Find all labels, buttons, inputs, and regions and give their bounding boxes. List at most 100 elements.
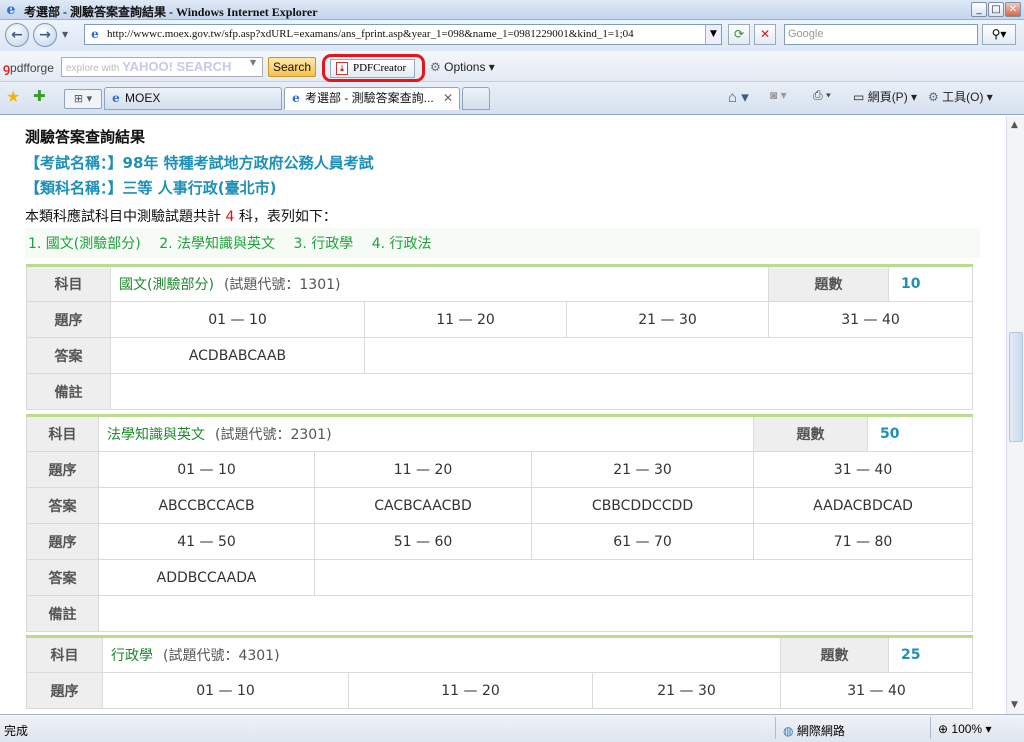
table-row: 科目 國文(測驗部分) (試題代號：1301) 題數 10 [26,265,974,302]
yahoo-brand: YAHOO! SEARCH [122,59,232,74]
minimize-button[interactable]: _ [971,2,987,17]
zoom-level: 100% [951,722,983,736]
sequence-header: 題序 [26,451,99,488]
table-row: 題序 01 — 10 11 — 20 21 — 30 31 — 40 [26,451,974,488]
status-text: 完成 [4,724,29,738]
question-count-header: 題數 [780,636,889,673]
table-row: 題序 01 — 10 11 — 20 21 — 30 31 — 40 [26,301,974,338]
url-dropdown-icon[interactable]: ▼ [705,25,721,44]
subject-name: 國文(測驗部分) [119,277,214,293]
url-text: http://wwwc.moex.gov.tw/sfp.asp?xdURL=ex… [107,28,634,40]
options-label: Options [444,60,486,74]
search-button[interactable]: Search [268,57,316,77]
status-bar: 完成 ◍ 網際網路 ⊕ 100% ▾ [0,714,1024,742]
stop-button[interactable]: ✕ [754,24,776,45]
subject-table-2: 科目 法學知識與英文 (試題代號：2301) 題數 50 題序 01 — 10 1… [26,414,974,632]
exam-name-line: 【考試名稱：】98年 特種考試地方政府公務人員考試 [25,152,374,173]
zone-label: 網際網路 [796,724,845,738]
address-field[interactable]: e http://wwwc.moex.gov.tw/sfp.asp?xdURL=… [84,24,722,45]
new-tab-button[interactable] [462,87,490,110]
range-cell: 61 — 70 [530,523,755,560]
scroll-up-icon[interactable]: ▲ [1011,120,1018,130]
empty-cell [314,559,974,596]
subject-link-2[interactable]: 2. 法學知識與英文 [159,236,275,252]
answer-cell: AADACBDCAD [753,487,974,524]
range-cell: 31 — 40 [780,672,973,709]
security-zone[interactable]: ◍ 網際網路 [783,722,845,739]
remark-header: 備註 [26,373,111,410]
subject-name-cell: 國文(測驗部分) (試題代號：1301) [109,265,770,302]
history-dropdown-icon[interactable]: ▼ [62,30,68,39]
yahoo-search-input[interactable]: explore with YAHOO! SEARCH [61,57,263,77]
maximize-button[interactable]: □ [988,2,1004,17]
close-window-button[interactable]: ✕ [1005,2,1021,17]
question-count: 10 [888,265,974,302]
back-button[interactable]: ← [5,23,29,47]
range-cell: 11 — 20 [364,301,567,338]
pdfcreator-button[interactable]: ⤓ PDFCreator [330,59,415,78]
refresh-button[interactable]: ⟳ [728,24,750,45]
page-icon: e [91,27,99,41]
close-tab-icon[interactable]: ✕ [443,88,453,109]
tab-label: 考選部 - 測驗答案查詢... [305,91,434,105]
feeds-icon[interactable]: ◙ ▾ [770,88,787,102]
tab-moex[interactable]: e MOEX [104,87,282,110]
answer-cell: ADDBCCAADA [98,559,315,596]
subject-header: 科目 [26,265,111,302]
answer-header: 答案 [26,559,99,596]
options-menu[interactable]: ⚙ Options ▾ [430,60,495,74]
search-input[interactable]: Google [784,24,978,45]
yahoo-search-hint: explore with [66,63,120,74]
add-favorites-icon[interactable]: ✚ [33,87,46,105]
remark-header: 備註 [26,595,99,632]
page-menu-label: 網頁(P) [867,90,908,104]
sequence-header: 題序 [26,301,111,338]
sequence-header: 題序 [26,672,103,709]
search-go-button[interactable]: ⚲▾ [982,24,1016,45]
yahoo-dropdown-icon[interactable]: ▼ [250,58,256,67]
subject-name: 法學知識與英文 [107,427,205,443]
vertical-scrollbar[interactable]: ▲ ▼ [1006,116,1024,714]
answer-header: 答案 [26,487,99,524]
count-prefix: 本類科應試科目中測驗試題共計 [25,209,221,225]
home-icon[interactable]: ⌂ ▾ [728,88,749,106]
pdfforge-logo: ꝯpdfforge [3,59,54,76]
range-cell: 01 — 10 [110,301,365,338]
range-cell: 01 — 10 [102,672,349,709]
subject-code: (試題代號：2301) [215,427,332,443]
print-icon[interactable]: ⎙ ▾ [813,88,831,103]
address-toolbar: ← → ▼ e http://wwwc.moex.gov.tw/sfp.asp?… [0,20,1024,51]
ie-tab-icon: e [292,91,300,105]
tab-bar: ★ ✚ ⊞ ▾ e MOEX e 考選部 - 測驗答案查詢... ✕ ⌂ ▾ ◙… [0,82,1024,115]
tools-menu[interactable]: ⚙ 工具(O) ▾ [928,88,993,105]
range-cell: 21 — 30 [592,672,781,709]
scroll-thumb[interactable] [1009,332,1023,442]
range-cell: 31 — 40 [753,451,974,488]
favorites-star-icon[interactable]: ★ [6,87,20,106]
range-cell: 41 — 50 [98,523,315,560]
zoom-control[interactable]: ⊕ 100% ▾ [938,722,991,736]
range-cell: 01 — 10 [98,451,315,488]
subject-name-cell: 法學知識與英文 (試題代號：2301) [97,415,755,452]
subject-header: 科目 [26,636,103,673]
forward-button[interactable]: → [33,23,57,47]
page-icon: ▭ [853,90,865,104]
range-cell: 31 — 40 [768,301,974,338]
tab-exam-results[interactable]: e 考選部 - 測驗答案查詢... ✕ [284,87,460,110]
subject-header: 科目 [26,415,99,452]
ie-tab-icon: e [112,91,120,105]
scroll-down-icon[interactable]: ▼ [1011,700,1018,710]
page-content: 測驗答案查詢結果 【考試名稱：】98年 特種考試地方政府公務人員考試 【類科名稱… [0,116,1006,714]
page-menu[interactable]: ▭ 網頁(P) ▾ [853,88,917,105]
question-count: 50 [867,415,974,452]
gear-icon: ⚙ [430,60,441,74]
quick-tabs-button[interactable]: ⊞ ▾ [64,89,102,109]
subject-link-4[interactable]: 4. 行政法 [372,236,432,252]
subject-link-3[interactable]: 3. 行政學 [293,236,353,252]
globe-icon: ◍ [783,724,794,738]
pdfforge-label: pdfforge [10,61,54,75]
question-count: 25 [888,636,973,673]
subject-link-1[interactable]: 1. 國文(測驗部分) [28,236,141,252]
tools-menu-label: 工具(O) [942,90,984,104]
sequence-header: 題序 [26,523,99,560]
